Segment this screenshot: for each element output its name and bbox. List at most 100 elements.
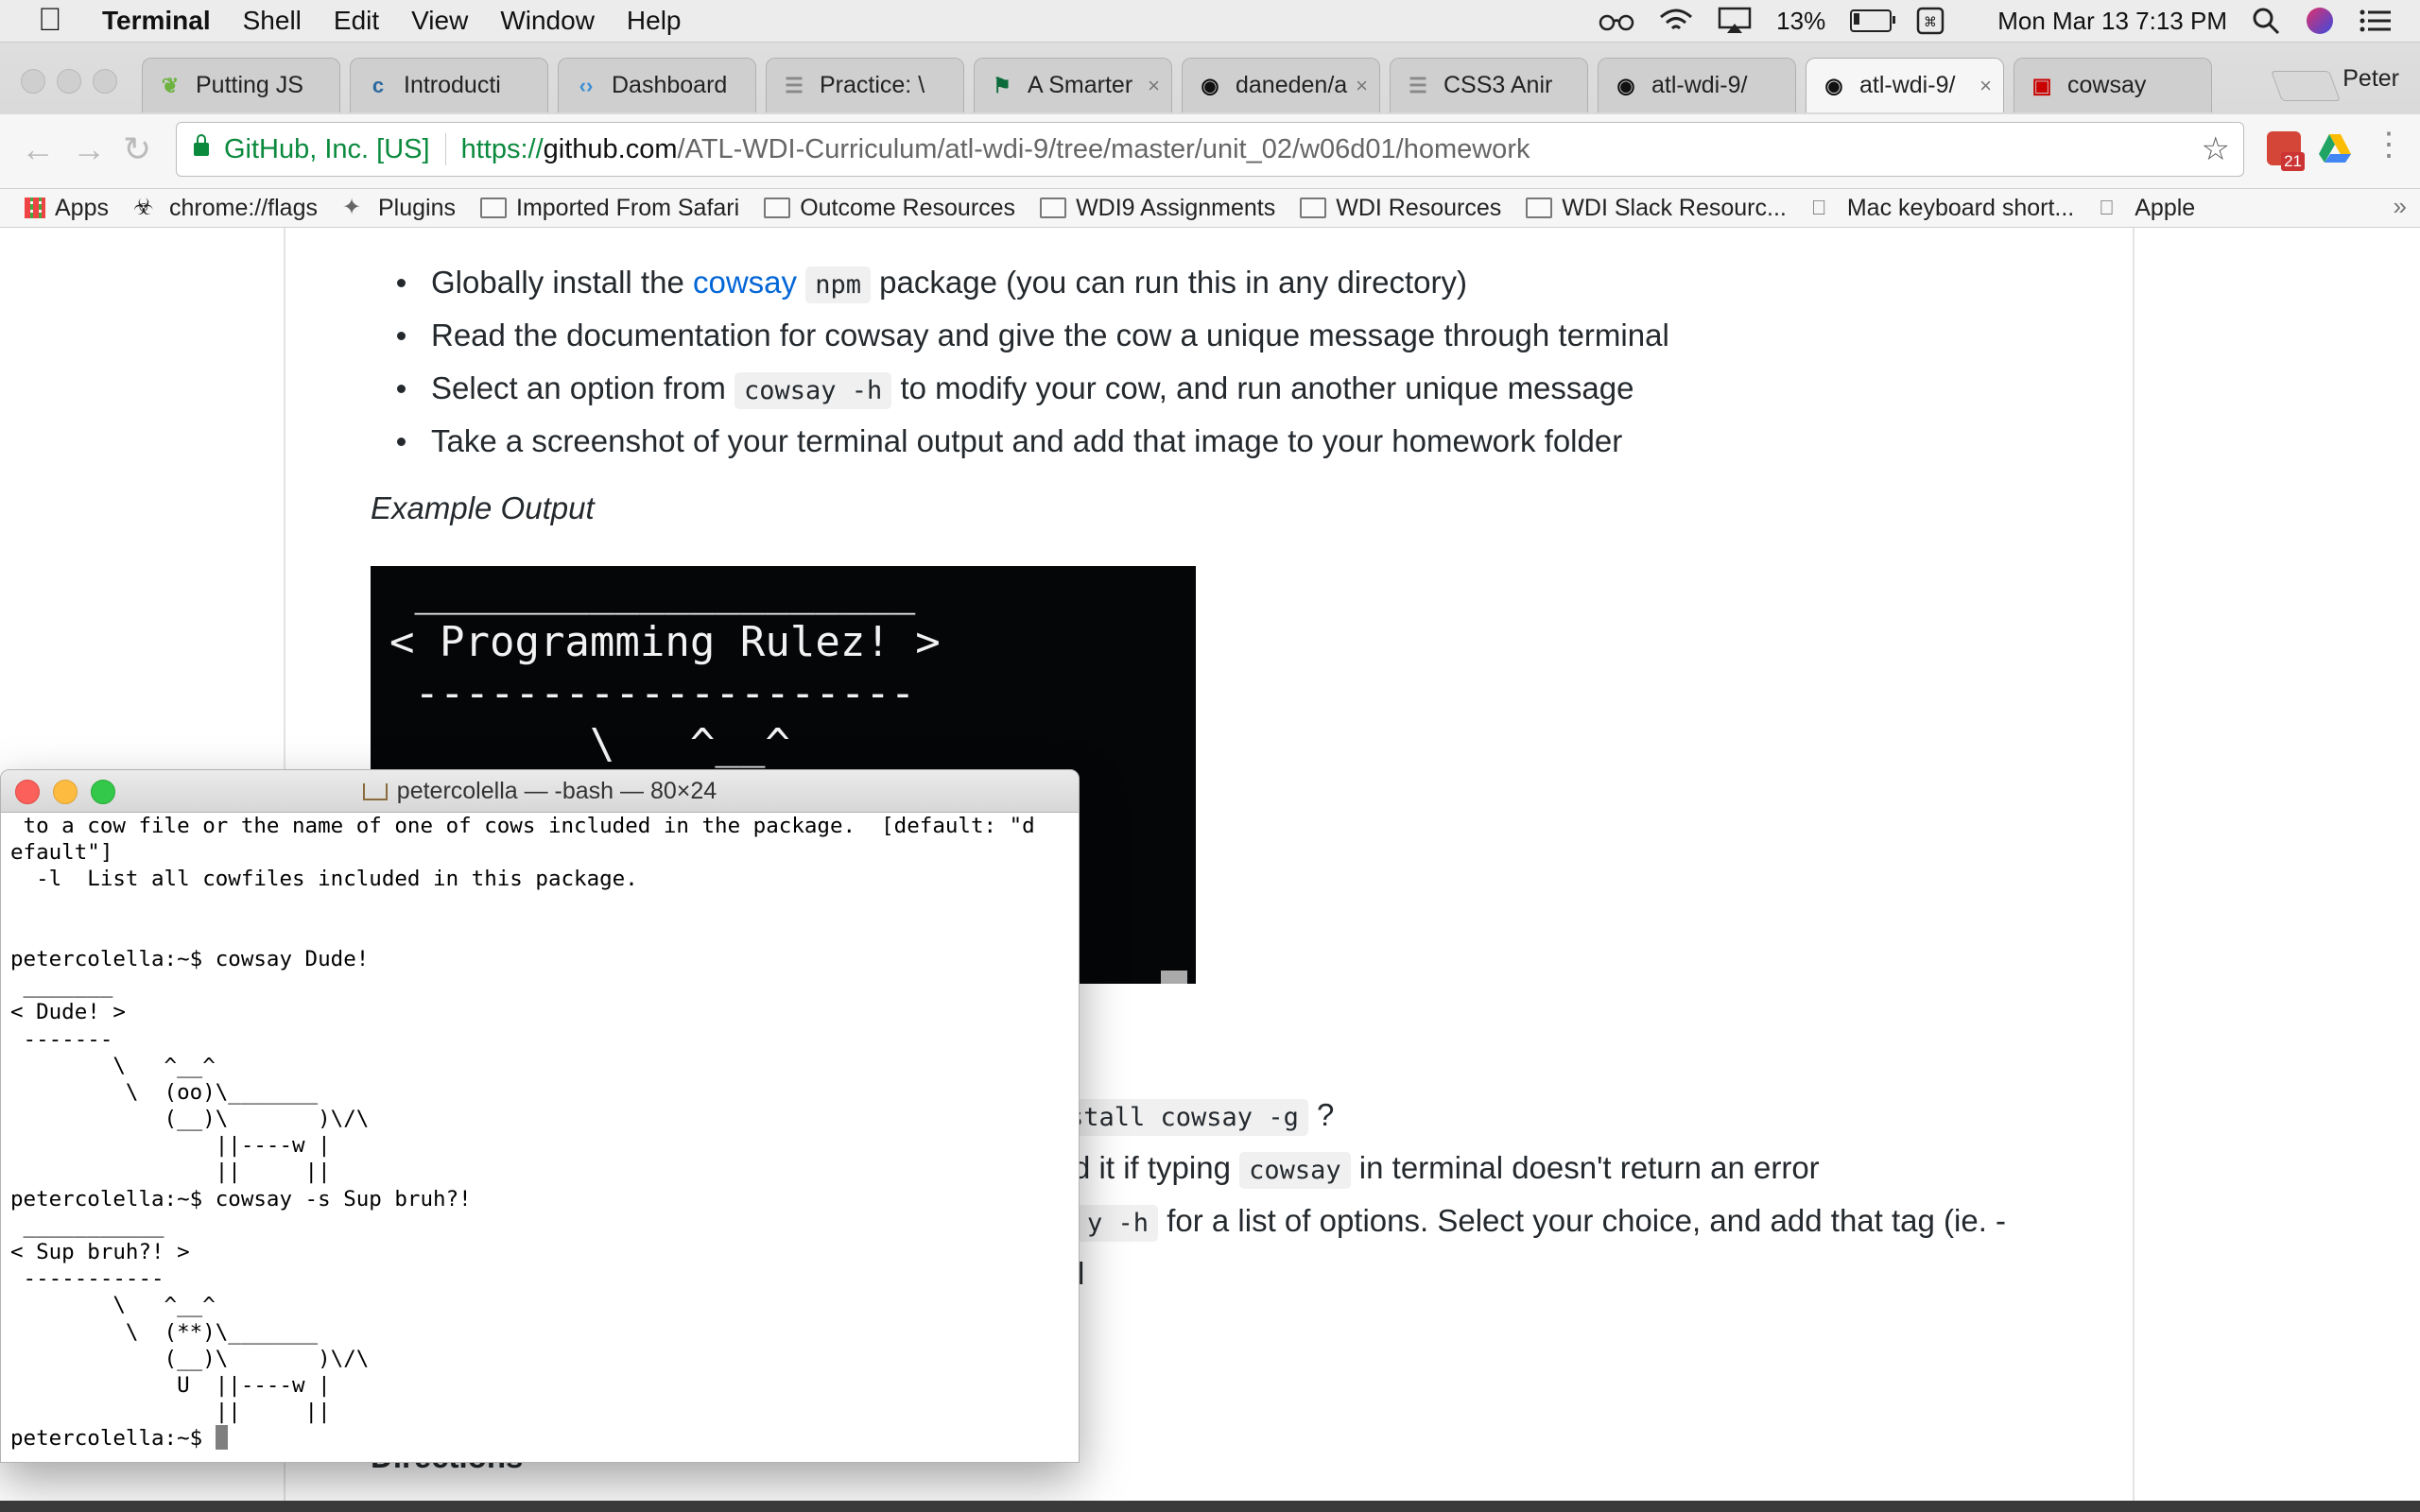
page-icon: ☰ xyxy=(785,73,804,97)
reload-icon[interactable]: ↻ xyxy=(123,129,151,169)
tab-label: Practice: \ xyxy=(820,72,925,98)
menu-help[interactable]: Help xyxy=(627,6,682,36)
browser-tab[interactable]: ◉ atl-wdi-9/ × xyxy=(1806,58,2004,112)
screen-bottom-edge xyxy=(0,1501,2420,1512)
inline-code: cowsay -h xyxy=(735,372,892,409)
tab-label: atl-wdi-9/ xyxy=(1651,72,1748,98)
chrome-menu-icon[interactable]: ⋮ xyxy=(2373,128,2405,162)
clock[interactable]: Mon Mar 13 7:13 PM xyxy=(1997,7,2227,36)
bookmark-label: WDI9 Assignments xyxy=(1076,194,1276,221)
bookmark-item[interactable]: Imported From Safari xyxy=(480,195,739,222)
inline-code: stall cowsay -g xyxy=(1059,1099,1308,1136)
browser-tab[interactable]: c Introducti xyxy=(350,58,548,112)
bookmark-item[interactable]:  Mac keyboard short... xyxy=(1811,195,2074,222)
list-item: Globally install the cowsay npm package … xyxy=(397,256,1669,309)
terminal-line: -l List all cowfiles included in this pa… xyxy=(10,867,638,892)
terminal-title-bar[interactable]: petercolella — -bash — 80×24 xyxy=(1,770,1079,813)
window-zoom-button[interactable] xyxy=(93,69,117,94)
menu-shell[interactable]: Shell xyxy=(243,6,302,36)
tab-close-icon[interactable]: × xyxy=(1148,74,1160,98)
new-tab-button[interactable] xyxy=(2271,71,2341,101)
apple-menu-icon[interactable]:  xyxy=(38,2,62,39)
bullet-text: ? xyxy=(1307,1097,1335,1132)
window-close-button[interactable] xyxy=(21,69,45,94)
browser-tab[interactable]: ◉ atl-wdi-9/ xyxy=(1598,58,1796,112)
bookmarks-bar: Apps ☣ chrome://flags ✦ Plugins Imported From… xyxy=(0,189,2420,228)
profile-name[interactable]: Peter xyxy=(2342,65,2399,93)
menu-edit[interactable]: Edit xyxy=(334,6,379,36)
bookmark-item[interactable]:  Apple xyxy=(2099,195,2195,222)
gmail-extension-icon[interactable]: 21 xyxy=(2267,131,2305,171)
browser-tab[interactable]: ⚑ A Smarter × xyxy=(974,58,1172,112)
menu-window[interactable]: Window xyxy=(500,6,595,36)
bookmark-item[interactable]: Outcome Resources xyxy=(764,195,1015,222)
tab-label: daneden/a xyxy=(1236,72,1348,98)
menu-app-name[interactable]: Terminal xyxy=(102,6,211,36)
address-bar[interactable]: GitHub, Inc. [US] https:// github.com /A… xyxy=(176,122,2244,177)
terminal-line: (__)\ )\/\ xyxy=(10,1346,370,1371)
battery-percent[interactable]: 13% xyxy=(1776,7,1825,36)
tab-close-icon[interactable]: × xyxy=(1356,74,1368,98)
inline-code: y -h xyxy=(1078,1205,1159,1242)
folder-icon xyxy=(764,198,791,218)
terminal-line: ------- xyxy=(10,1026,113,1052)
bookmark-label: Mac keyboard short... xyxy=(1846,194,2075,221)
terminal-prompt-line[interactable]: petercolella:~$ xyxy=(10,1425,1069,1452)
terminal-line: < Sup bruh?! > xyxy=(10,1240,190,1264)
browser-tab[interactable]: ☰ CSS3 Anir xyxy=(1390,58,1588,112)
terminal-output[interactable]: to a cow file or the name of one of cows… xyxy=(1,813,1079,1452)
window-minimize-button[interactable] xyxy=(57,69,81,94)
tab-label: atl-wdi-9/ xyxy=(1859,72,1956,98)
menu-view[interactable]: View xyxy=(411,6,468,36)
example-output-label: Example Output xyxy=(371,490,595,525)
address-divider xyxy=(444,133,446,165)
bookmark-item[interactable]: WDI Slack Resourc... xyxy=(1526,195,1787,222)
glasses-icon[interactable] xyxy=(1599,10,1634,31)
keyboard-viewer-icon[interactable]: ⌘ xyxy=(1916,7,1945,35)
svg-text:⌘: ⌘ xyxy=(1924,15,1937,30)
tab-label: Putting JS xyxy=(196,72,303,98)
bookmark-star-icon[interactable]: ☆ xyxy=(2202,130,2230,168)
browser-tab[interactable]: ◉ daneden/a × xyxy=(1182,58,1380,112)
back-arrow-icon[interactable]: ← xyxy=(21,129,55,169)
wifi-icon[interactable] xyxy=(1659,8,1693,34)
notification-center-icon[interactable] xyxy=(2360,9,2392,33)
code-bracket-icon: ‹› xyxy=(579,73,594,97)
battery-icon[interactable] xyxy=(1850,9,1896,32)
bookmark-label: WDI Resources xyxy=(1336,194,1502,221)
browser-tab[interactable]: ‹› Dashboard xyxy=(558,58,756,112)
terminal-line: \ ^__^ xyxy=(10,1053,216,1078)
browser-tab[interactable]: ❦ Putting JS xyxy=(142,58,340,112)
bookmark-label: Imported From Safari xyxy=(516,194,740,221)
forward-arrow-icon[interactable]: → xyxy=(72,129,106,169)
github-icon: ◉ xyxy=(1616,73,1635,97)
browser-tab[interactable]: ☰ Practice: \ xyxy=(766,58,964,112)
spotlight-search-icon[interactable] xyxy=(2252,7,2280,35)
bookmark-item[interactable]: WDI9 Assignments xyxy=(1040,195,1275,222)
bookmarks-overflow-icon[interactable]: » xyxy=(2394,192,2407,221)
tab-close-icon[interactable]: × xyxy=(1979,74,1992,98)
folder-icon xyxy=(1526,198,1553,218)
bookmark-item[interactable]: WDI Resources xyxy=(1300,195,1501,222)
airplay-icon[interactable] xyxy=(1718,7,1752,35)
bullet-text: Read the documentation for cowsay and gi… xyxy=(431,318,1669,352)
list-item: Read the documentation for cowsay and gi… xyxy=(397,309,1669,362)
cowsay-link[interactable]: cowsay xyxy=(693,265,797,300)
google-drive-icon[interactable] xyxy=(2318,131,2352,165)
terminal-line: \ ^__^ xyxy=(10,1293,216,1318)
terminal-window[interactable]: petercolella — -bash — 80×24 to a cow fi… xyxy=(0,769,1080,1463)
bookmark-item[interactable]: ☣ chrome://flags xyxy=(133,195,318,222)
bookmark-item[interactable]: Apps xyxy=(25,195,109,222)
bookmark-item[interactable]: ✦ Plugins xyxy=(342,195,456,222)
siri-icon[interactable] xyxy=(2305,6,2335,36)
bullet-text: Select an option from xyxy=(431,370,735,405)
site-identity[interactable]: GitHub, Inc. [US] xyxy=(224,134,430,165)
terminal-line: (__)\ )\/\ xyxy=(10,1107,370,1132)
bookmark-label: WDI Slack Resourc... xyxy=(1562,194,1787,221)
inline-code: npm xyxy=(805,266,871,303)
bullet-text: Globally install the xyxy=(431,265,693,300)
doc-c-icon: c xyxy=(372,73,385,97)
browser-tab[interactable]: ▣ cowsay xyxy=(2014,58,2212,112)
